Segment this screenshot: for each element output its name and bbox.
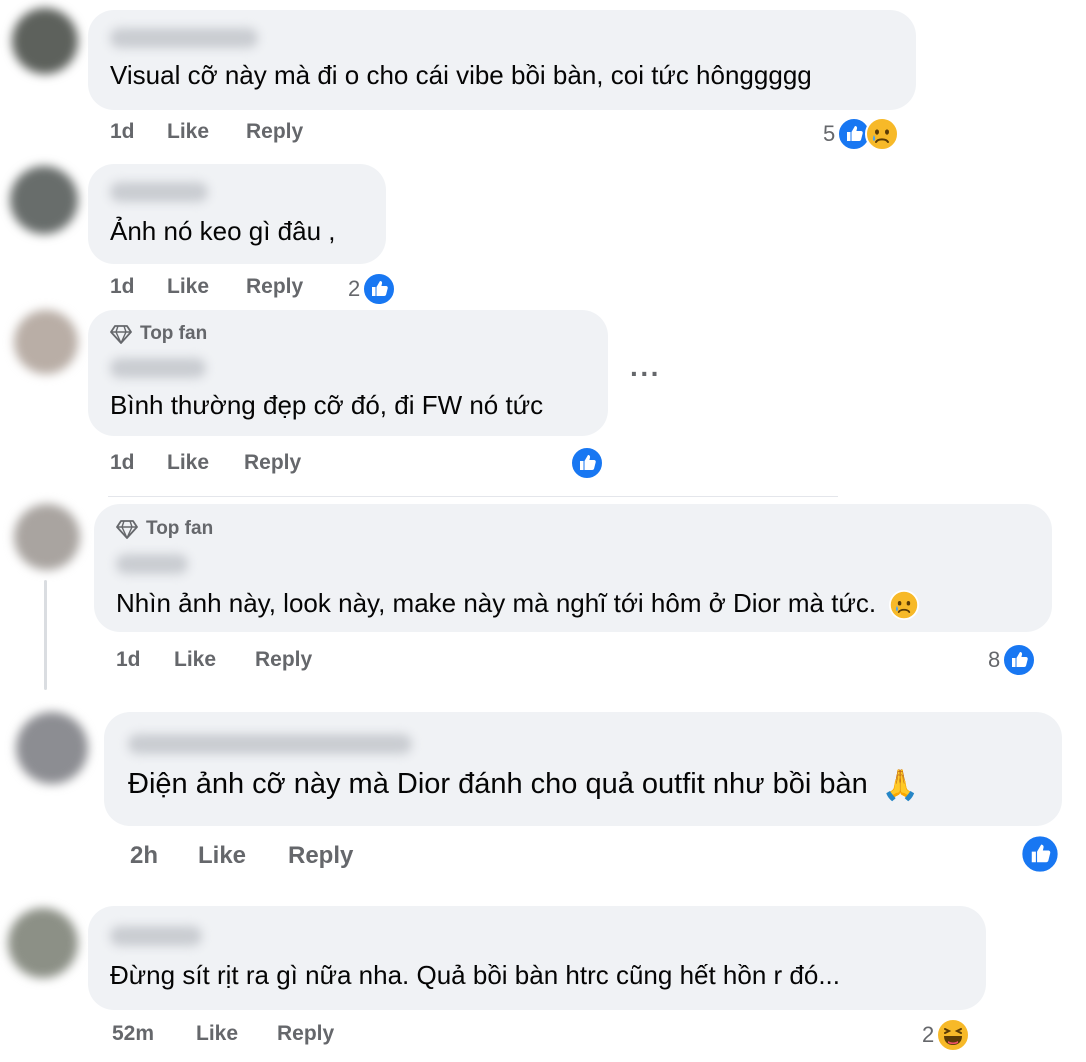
author-name[interactable] bbox=[110, 182, 208, 202]
reaction-summary[interactable]: 2 bbox=[922, 1018, 970, 1052]
reaction-summary[interactable] bbox=[1020, 834, 1060, 874]
like-icon bbox=[1002, 643, 1036, 677]
reply-button[interactable]: Reply bbox=[277, 1022, 334, 1046]
reply-button[interactable]: Reply bbox=[244, 451, 301, 475]
comment-text-body: Nhìn ảnh này, look này, make này mà nghĩ… bbox=[116, 588, 877, 618]
comment-actions: 1d Like Reply bbox=[110, 120, 303, 144]
like-button[interactable]: Like bbox=[198, 842, 288, 870]
reaction-summary[interactable] bbox=[570, 446, 604, 480]
avatar[interactable] bbox=[14, 504, 80, 570]
top-fan-badge: Top fan bbox=[110, 323, 207, 345]
timestamp[interactable]: 52m bbox=[112, 1022, 196, 1046]
comment-actions: 52m Like Reply bbox=[112, 1022, 334, 1046]
timestamp[interactable]: 1d bbox=[110, 275, 167, 299]
comment-text: Đừng sít rịt ra gì nữa nha. Quả bồi bàn … bbox=[110, 960, 841, 990]
comment-actions: 1d Like Reply bbox=[116, 648, 312, 672]
comment-actions: 1d Like Reply bbox=[110, 451, 301, 475]
comment-text: Bình thường đẹp cỡ đó, đi FW nó tức bbox=[110, 390, 544, 420]
reaction-count: 8 bbox=[988, 647, 1001, 672]
like-icon bbox=[570, 446, 604, 480]
like-icon bbox=[1020, 834, 1060, 874]
top-fan-label: Top fan bbox=[140, 323, 208, 344]
sad-icon bbox=[865, 117, 899, 151]
comment-text: Điện ảnh cỡ này mà Dior đánh cho quả out… bbox=[128, 768, 919, 803]
like-button[interactable]: Like bbox=[167, 120, 246, 144]
avatar[interactable] bbox=[12, 8, 78, 74]
comment-text-body: Điện ảnh cỡ này mà Dior đánh cho quả out… bbox=[128, 768, 868, 801]
top-fan-label: Top fan bbox=[146, 518, 214, 539]
top-fan-badge: Top fan bbox=[116, 518, 213, 540]
reaction-summary[interactable]: 2 bbox=[348, 272, 396, 306]
thread-line bbox=[44, 580, 47, 690]
diamond-icon bbox=[110, 323, 132, 345]
author-name[interactable] bbox=[128, 734, 412, 754]
comment-text: Ảnh nó keo gì đâu , bbox=[110, 216, 336, 246]
reply-button[interactable]: Reply bbox=[255, 648, 312, 672]
comment-bubble bbox=[88, 906, 986, 1010]
divider bbox=[108, 496, 838, 497]
timestamp[interactable]: 1d bbox=[110, 120, 167, 144]
more-options-button[interactable]: ··· bbox=[630, 360, 661, 388]
comment-actions: 1d Like Reply bbox=[110, 275, 303, 299]
author-name[interactable] bbox=[110, 926, 202, 946]
comment-bubble bbox=[88, 164, 386, 264]
avatar[interactable] bbox=[16, 712, 88, 784]
timestamp[interactable]: 1d bbox=[110, 451, 167, 475]
reaction-count: 2 bbox=[348, 276, 361, 301]
reply-button[interactable]: Reply bbox=[246, 275, 303, 299]
crying-face-icon bbox=[889, 590, 919, 620]
folded-hands-icon: 🙏 bbox=[881, 769, 920, 802]
reaction-count: 5 bbox=[823, 121, 836, 146]
like-button[interactable]: Like bbox=[174, 648, 255, 672]
avatar[interactable] bbox=[8, 908, 78, 978]
reaction-count: 2 bbox=[922, 1022, 935, 1047]
author-name[interactable] bbox=[110, 28, 258, 48]
author-name[interactable] bbox=[110, 358, 206, 378]
like-button[interactable]: Like bbox=[196, 1022, 277, 1046]
like-button[interactable]: Like bbox=[167, 275, 246, 299]
comment-actions: 2h Like Reply bbox=[130, 842, 353, 870]
timestamp[interactable]: 2h bbox=[130, 842, 198, 870]
like-button[interactable]: Like bbox=[167, 451, 244, 475]
reaction-summary[interactable]: 5 bbox=[823, 117, 899, 151]
diamond-icon bbox=[116, 518, 138, 540]
avatar[interactable] bbox=[10, 166, 78, 234]
timestamp[interactable]: 1d bbox=[116, 648, 174, 672]
avatar[interactable] bbox=[14, 310, 78, 374]
reply-button[interactable]: Reply bbox=[246, 120, 303, 144]
comment-text: Visual cỡ này mà đi o cho cái vibe bồi b… bbox=[110, 60, 812, 90]
like-icon bbox=[362, 272, 396, 306]
reply-button[interactable]: Reply bbox=[288, 842, 353, 870]
author-name[interactable] bbox=[116, 554, 188, 574]
reaction-summary[interactable]: 8 bbox=[988, 643, 1036, 677]
comment-text: Nhìn ảnh này, look này, make này mà nghĩ… bbox=[116, 588, 919, 620]
haha-icon bbox=[936, 1018, 970, 1052]
